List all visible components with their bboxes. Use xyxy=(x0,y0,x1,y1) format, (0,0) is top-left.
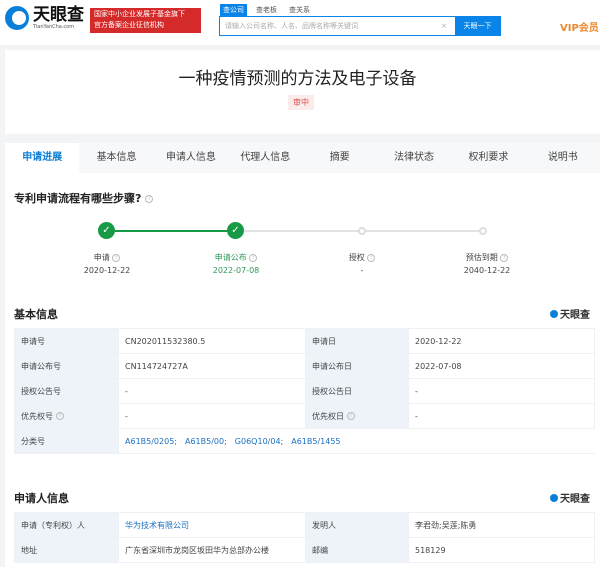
step-publish: 申请公布 ? 2022-07-08 xyxy=(212,253,260,275)
clear-icon[interactable]: × xyxy=(441,17,447,35)
tab-progress[interactable]: 申请进展 xyxy=(5,143,80,173)
banner-line2: 官方备案企业征信机构 xyxy=(94,21,164,29)
table-row: 优先权号 ? - 优先权日 ? - xyxy=(14,403,595,429)
step-expiry: 预估到期 ? 2040-12-22 xyxy=(463,253,511,275)
tab-claims[interactable]: 权利要求 xyxy=(451,143,525,173)
tab-legal-status[interactable]: 法律状态 xyxy=(377,143,451,173)
tab-abstract[interactable]: 摘要 xyxy=(303,143,377,173)
search-button[interactable]: 天眼一下 xyxy=(455,16,500,36)
tab-description[interactable]: 说明书 xyxy=(526,143,600,173)
tianyancha-watermark: 天眼查 xyxy=(550,490,590,505)
table-row: 申请（专利权）人 华为技术有限公司 发明人 李君劲;吴莲;陈勇 xyxy=(14,512,595,538)
basic-info-heading: 基本信息 xyxy=(14,308,58,321)
help-icon[interactable]: ? xyxy=(367,253,376,262)
tianyancha-logo[interactable]: 天眼查 TianYanCha.com xyxy=(5,6,84,30)
class-link[interactable]: A61B5/00; xyxy=(185,437,227,446)
top-header: 天眼查 TianYanCha.com 国家中小企业发展子基金旗下 官方备案企业征信… xyxy=(0,0,600,45)
search-tab-relation[interactable]: 查关系 xyxy=(286,4,313,16)
search-tab-boss[interactable]: 查老板 xyxy=(253,4,280,16)
applicant-info-heading: 申请人信息 xyxy=(14,492,69,505)
applicant-info-table: 申请（专利权）人 华为技术有限公司 发明人 李君劲;吴莲;陈勇 地址 广东省深圳市龙岗区… xyxy=(14,512,595,563)
table-row: 授权公告号 - 授权公告日 - xyxy=(14,378,595,404)
logo-text: 天眼查 xyxy=(33,5,84,25)
class-link[interactable]: A61B5/0205; xyxy=(125,437,177,446)
title-card xyxy=(5,50,600,134)
page-title: 一种疫情预测的方法及电子设备 xyxy=(178,69,417,89)
progress-heading: 专利申请流程有哪些步骤? xyxy=(14,192,142,205)
basic-info-table: 申请号 CN202011532380.5 申请日 2020-12-22 申请公布号 CN… xyxy=(14,328,595,454)
step-apply: 申请 ? 2020-12-22 xyxy=(83,253,131,275)
search-tab-company[interactable]: 查公司 xyxy=(220,4,247,16)
help-icon[interactable]: ? xyxy=(500,253,509,262)
tab-agent[interactable]: 代理人信息 xyxy=(228,143,302,173)
class-link[interactable]: A61B5/1455 xyxy=(291,437,340,446)
help-icon[interactable]: ? xyxy=(55,412,64,420)
help-icon[interactable]: ? xyxy=(346,412,355,420)
applicant-link[interactable]: 华为技术有限公司 xyxy=(125,521,189,530)
vip-link[interactable]: VIP会员 xyxy=(560,19,599,34)
table-row: 申请公布号 CN114724727A 申请公布日 2022-07-08 xyxy=(14,353,595,379)
search-placeholder: 请输入公司名称、人名、品牌名称等关键词 xyxy=(225,22,358,30)
table-row: 地址 广东省深圳市龙岗区坂田华为总部办公楼 邮编 518129 xyxy=(14,537,595,563)
help-icon[interactable]: ? xyxy=(249,253,258,262)
logo-icon xyxy=(5,6,29,30)
check-icon: ✓ xyxy=(98,222,115,239)
search-input[interactable]: 请输入公司名称、人名、品牌名称等关键词 × 天眼一下 xyxy=(219,16,501,36)
pending-dot-icon xyxy=(358,227,366,235)
check-icon: ✓ xyxy=(227,222,244,239)
status-badge: 审中 xyxy=(288,95,314,110)
banner-line1: 国家中小企业发展子基金旗下 xyxy=(94,10,185,18)
table-row: 分类号 A61B5/0205; A61B5/00; G06Q10/04; A61B5/1… xyxy=(14,428,595,454)
step-grant: 授权 ? - xyxy=(317,251,407,277)
pending-dot-icon xyxy=(479,227,487,235)
promo-banner[interactable]: 国家中小企业发展子基金旗下 官方备案企业征信机构 xyxy=(90,8,201,33)
class-link[interactable]: G06Q10/04; xyxy=(235,437,283,446)
tianyancha-watermark: 天眼查 xyxy=(550,306,590,321)
tab-applicant[interactable]: 申请人信息 xyxy=(154,143,228,173)
tab-basic[interactable]: 基本信息 xyxy=(79,143,153,173)
progress-line-done xyxy=(107,230,236,232)
table-row: 申请号 CN202011532380.5 申请日 2020-12-22 xyxy=(14,328,595,354)
help-icon[interactable]: ? xyxy=(145,195,154,203)
help-icon[interactable]: ? xyxy=(112,253,121,262)
